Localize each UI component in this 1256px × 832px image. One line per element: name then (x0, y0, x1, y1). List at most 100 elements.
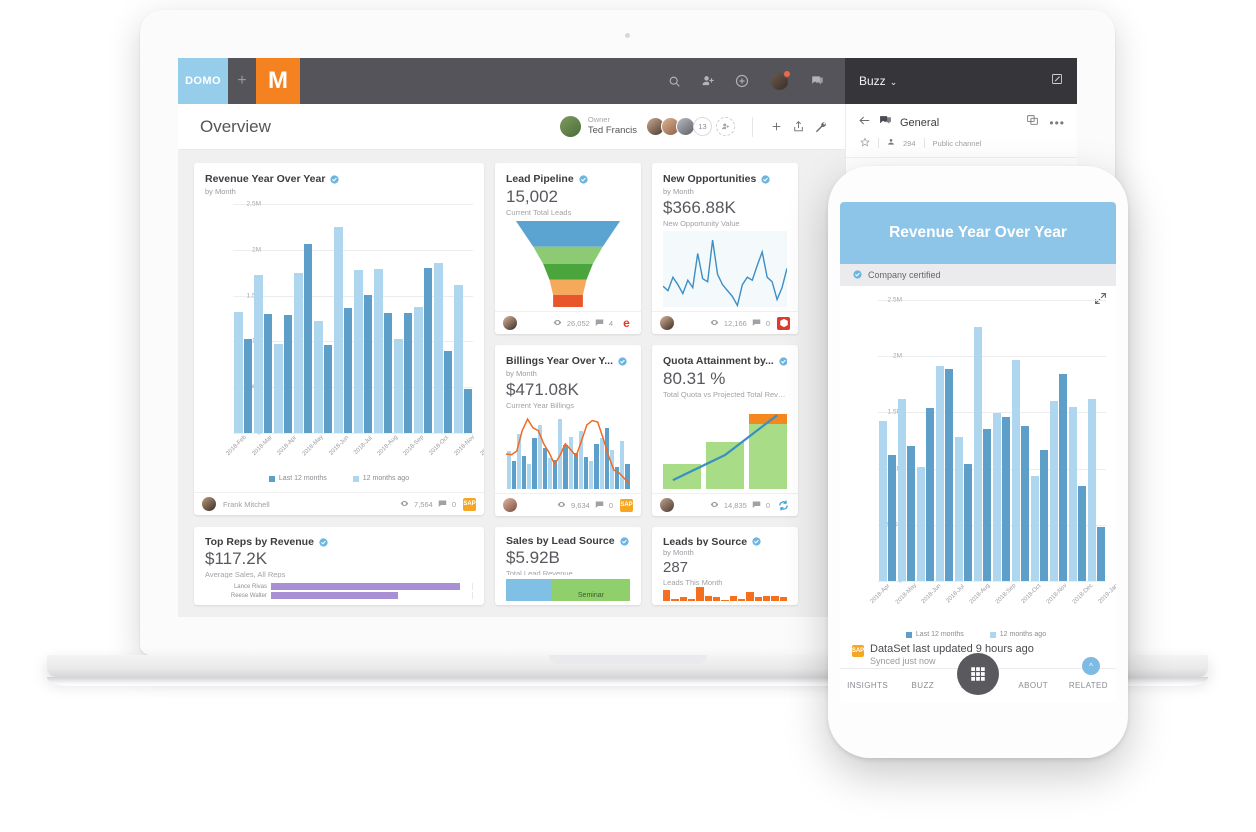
bar[interactable] (453, 284, 463, 433)
bar[interactable] (353, 270, 363, 433)
owner-block[interactable]: Owner Ted Francis (559, 116, 637, 137)
bar[interactable] (754, 597, 762, 601)
bar[interactable] (303, 243, 313, 433)
bar[interactable] (945, 369, 954, 581)
bar[interactable] (696, 587, 704, 601)
card-lead-pipeline[interactable]: Lead Pipeline 15,002 Current Total Leads (495, 163, 641, 334)
phone-tab-insights[interactable]: INSIGHTS (840, 681, 895, 690)
bar[interactable] (983, 429, 992, 581)
bar[interactable] (878, 421, 887, 581)
bar[interactable] (712, 597, 721, 601)
table-row[interactable]: Reese Walter (205, 592, 473, 599)
bar[interactable] (888, 454, 897, 581)
bar[interactable] (663, 589, 671, 601)
bar[interactable] (413, 307, 423, 433)
table-row[interactable]: Lance Rivas (205, 583, 473, 590)
bar[interactable] (263, 314, 273, 433)
bar[interactable] (897, 398, 906, 581)
card-top-reps-by-revenue[interactable]: Top Reps by Revenue $117.2K Average Sale… (194, 527, 484, 605)
settings-wrench-button[interactable] (814, 120, 827, 133)
legend-item[interactable]: Last 12 months (905, 631, 964, 638)
bar[interactable] (1078, 486, 1087, 581)
bar[interactable] (729, 596, 737, 601)
bar[interactable] (992, 412, 1001, 581)
phone-tab-about[interactable]: ABOUT (1006, 681, 1061, 690)
buzz-channel-name[interactable]: General (900, 117, 939, 129)
bar[interactable] (935, 366, 944, 581)
bar[interactable] (273, 344, 283, 433)
bar[interactable] (463, 389, 473, 433)
search-icon[interactable] (668, 75, 681, 88)
bar[interactable] (1068, 407, 1077, 581)
bar[interactable] (916, 467, 925, 581)
bar[interactable] (671, 599, 679, 601)
bar[interactable] (1087, 398, 1096, 581)
data-source-badge[interactable]: SAP (620, 498, 633, 512)
star-icon[interactable] (860, 137, 870, 149)
bar[interactable] (253, 275, 263, 433)
bar[interactable] (243, 338, 253, 433)
treemap-block[interactable] (506, 579, 552, 601)
bar[interactable] (737, 599, 746, 601)
bar[interactable] (393, 338, 403, 433)
card-sales-by-lead-source[interactable]: Sales by Lead Source $5.92B Total Lead R… (495, 527, 641, 605)
bar[interactable] (271, 583, 460, 590)
add-person-icon[interactable] (701, 74, 715, 88)
data-source-badge[interactable] (777, 316, 790, 330)
bar[interactable] (443, 351, 453, 433)
profile-avatar[interactable] (769, 69, 791, 92)
bar[interactable] (1011, 360, 1020, 581)
bar[interactable] (343, 308, 353, 433)
card-quota-attainment[interactable]: Quota Attainment by... 80.31 % Total Quo… (652, 345, 798, 516)
bar[interactable] (973, 326, 982, 581)
add-member-icon[interactable] (716, 117, 735, 136)
bar[interactable] (1059, 373, 1068, 581)
bar[interactable] (293, 273, 303, 433)
bar[interactable] (907, 445, 916, 581)
bar[interactable] (373, 269, 383, 433)
card-billings-year-over-year[interactable]: Billings Year Over Y... by Month $471.08… (495, 345, 641, 516)
back-arrow-icon[interactable] (858, 114, 871, 132)
buzz-panel-title-group[interactable]: Buzz ⌄ (859, 74, 897, 88)
bar[interactable] (271, 592, 398, 599)
domo-logo[interactable]: DOMO (178, 58, 228, 104)
bar[interactable] (704, 595, 712, 601)
bar[interactable] (687, 598, 696, 601)
bar[interactable] (679, 597, 687, 601)
add-card-button[interactable] (770, 120, 783, 133)
member-count-badge[interactable]: 13 (693, 117, 712, 136)
data-source-badge[interactable]: e (620, 316, 633, 330)
bar[interactable] (433, 262, 443, 433)
bar[interactable] (721, 599, 729, 601)
bar[interactable] (954, 437, 963, 581)
bar[interactable] (779, 596, 787, 601)
bar[interactable] (313, 321, 323, 433)
bar[interactable] (771, 596, 779, 601)
bar[interactable] (1021, 425, 1030, 581)
bar[interactable] (323, 345, 333, 433)
bar[interactable] (964, 464, 973, 581)
grid-icon[interactable] (957, 653, 999, 695)
bar[interactable] (1097, 527, 1106, 581)
legend-item[interactable]: 12 months ago (352, 475, 409, 482)
legend-item[interactable]: 12 months ago (989, 631, 1046, 638)
bar[interactable] (926, 407, 935, 581)
member-avatar-stack[interactable]: 13 (646, 117, 735, 136)
bar[interactable] (423, 268, 433, 433)
data-source-badge[interactable] (777, 498, 790, 512)
bar[interactable] (1030, 475, 1039, 581)
legend-item[interactable]: Last 12 months (268, 475, 327, 482)
thread-icon[interactable] (1026, 114, 1039, 132)
data-source-badge[interactable]: SAP (463, 497, 476, 511)
bar[interactable] (1002, 417, 1011, 581)
bar[interactable] (762, 595, 771, 601)
buzz-icon[interactable] (810, 74, 825, 88)
bar[interactable] (1040, 449, 1049, 581)
card-new-opportunities[interactable]: New Opportunities by Month $366.88K New … (652, 163, 798, 334)
bar[interactable] (233, 312, 243, 433)
workspace-logo[interactable]: M (256, 58, 300, 104)
plus-circle-icon[interactable] (735, 74, 749, 88)
bar[interactable] (283, 315, 293, 433)
phone-tab-related[interactable]: RELATED (1061, 681, 1116, 690)
chevron-up-icon[interactable]: ^ (1082, 657, 1100, 675)
